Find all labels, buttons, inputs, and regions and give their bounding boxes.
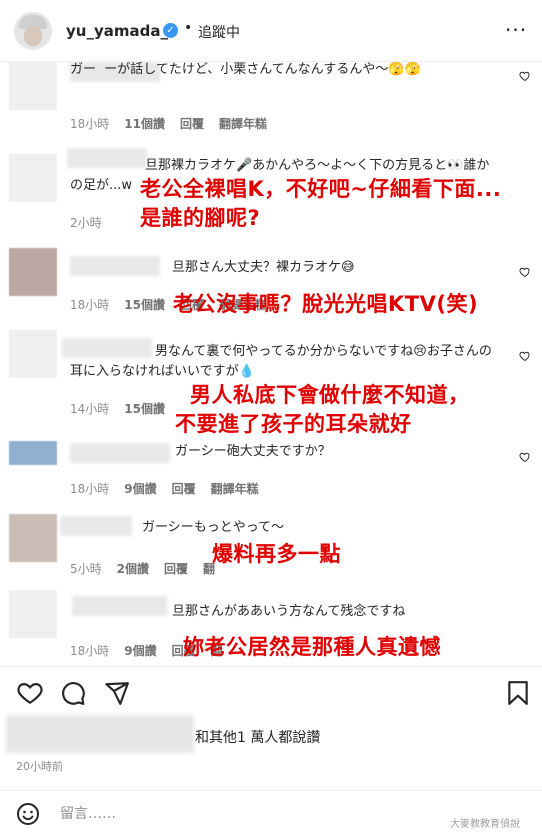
translation-line: 妳老公居然是那種人真遺憾 <box>183 635 441 659</box>
translation-line: 老公全裸唱K，不好吧~仔細看下面... <box>140 177 502 201</box>
comment-input[interactable] <box>60 802 430 826</box>
commenter-avatar[interactable] <box>9 62 57 110</box>
comment-text: ガー ーが話してたけど、小栗さんてんなんするんや～🫣🫣 <box>70 62 421 77</box>
comment-meta: 18小時 11個讚 回覆 翻譯年糕 <box>70 115 267 132</box>
translation-line: 是誰的腳呢? <box>140 206 261 230</box>
like-comment-heart-icon[interactable] <box>519 350 531 362</box>
comment-time: 5小時 <box>70 562 102 576</box>
likes-summary[interactable]: 和其他1 萬人都說讚 <box>0 715 542 757</box>
watermark: 大麥教教育偵說 <box>450 819 520 830</box>
comment-item: 旦那さんがああいう方なんて残念ですね 18小時 9個讚 回覆 翻 妳老公居然是那… <box>0 590 542 662</box>
commenter-name-blurred[interactable] <box>70 443 170 463</box>
verified-badge-icon: ✓ <box>163 23 178 38</box>
translation-overlay: 爆料再多一點 <box>212 541 341 567</box>
comment-item: 旦那裸カラオケ🎤あかんやろ～よ～く下の方見ると👀誰かの足が...w 2小時 老公… <box>0 146 542 246</box>
reply-button[interactable]: 回覆 <box>180 115 204 132</box>
comment-meta: 14小時 15個讚 <box>70 400 165 417</box>
profile-avatar[interactable] <box>14 12 52 50</box>
comment-likes-count[interactable]: 9個讚 <box>124 480 156 497</box>
send-icon[interactable] <box>104 680 130 706</box>
comment-item: ガー ーが話してたけど、小栗さんてんなんするんや～🫣🫣 18小時 11個讚 回覆… <box>0 62 542 134</box>
comment-meta: 18小時 9個讚 回覆 翻譯年糕 <box>70 480 259 497</box>
comment-time: 14小時 <box>70 402 110 416</box>
comment-text: ガーシーもっとやって～ <box>142 520 285 535</box>
avatar-face-shape <box>24 26 42 46</box>
comment-item: ガーシーもっとやって～ 5小時 2個讚 回覆 翻 爆料再多一點 <box>0 510 542 580</box>
comment-time: 18小時 <box>70 644 110 658</box>
like-comment-heart-icon[interactable] <box>519 451 531 463</box>
commenter-name-blurred[interactable] <box>60 516 132 536</box>
comment-time: 18小時 <box>70 117 110 131</box>
comment-item: 男なんて裏で何やってるか分からないですね😢お子さんの耳に入らなければいいですが💧… <box>0 324 542 436</box>
translation-line: 不要進了孩子的耳朵就好 <box>175 412 412 436</box>
comment-time: 2小時 <box>70 216 102 230</box>
reply-button[interactable]: 回覆 <box>164 560 188 577</box>
smile-icon[interactable] <box>16 802 40 826</box>
separator-dot: • <box>184 20 193 36</box>
comment-meta: 2小時 <box>70 214 102 231</box>
comment-time: 18小時 <box>70 298 110 312</box>
commenter-avatar[interactable] <box>9 330 57 378</box>
comment-icon[interactable] <box>60 680 86 706</box>
translation-overlay: 老公沒事嗎？脫光光唱KTV(笑) <box>173 291 478 317</box>
follow-status-button[interactable]: 追蹤中 <box>198 22 240 42</box>
translation-line: 爆料再多一點 <box>212 542 341 566</box>
translate-button[interactable]: 翻譯年糕 <box>219 115 267 132</box>
like-comment-heart-icon[interactable] <box>519 266 531 278</box>
username-link[interactable]: yu_yamada_ <box>66 22 168 40</box>
heart-icon[interactable] <box>17 680 43 706</box>
comment-item: ガーシー砲大丈夫ですか？ 18小時 9個讚 回覆 翻譯年糕 <box>0 437 542 503</box>
comment-text: ガーシー砲大丈夫ですか？ <box>175 444 331 459</box>
translation-overlay: 妳老公居然是那種人真遺憾 <box>183 634 441 660</box>
translation-overlay: 男人私底下會做什麼不知道， 不要進了孩子的耳朵就好 <box>175 382 470 437</box>
more-options-icon[interactable]: ··· <box>505 18 527 42</box>
comment-likes-count[interactable]: 9個讚 <box>124 642 156 659</box>
comment-text: 旦那さん大丈夫？裸カラオケ😅 <box>172 260 355 275</box>
likes-summary-text[interactable]: 和其他1 萬人都說讚 <box>195 727 320 747</box>
liker-avatars-blurred <box>6 715 194 753</box>
translation-line: 老公沒事嗎？脫光光唱KTV(笑) <box>173 292 479 316</box>
comment-likes-count[interactable]: 2個讚 <box>117 560 149 577</box>
comment-item: 旦那さん大丈夫？裸カラオケ😅 18小時 15個讚 回覆 翻譯年糕 老公沒事嗎？脫… <box>0 246 542 316</box>
comment-meta: 5小時 2個讚 回覆 翻 <box>70 560 215 577</box>
comments-list[interactable]: ガー ーが話してたけど、小栗さんてんなんするんや～🫣🫣 18小時 11個讚 回覆… <box>0 62 542 662</box>
commenter-name-blurred[interactable] <box>72 596 167 616</box>
comment-text: 旦那さんがああいう方なんて残念ですね <box>172 604 406 619</box>
post-header: yu_yamada_ ✓ • 追蹤中 ··· <box>0 0 542 62</box>
comment-likes-count[interactable]: 15個讚 <box>124 296 165 313</box>
commenter-avatar[interactable] <box>9 590 57 638</box>
translate-button[interactable]: 翻譯年糕 <box>211 480 259 497</box>
commenter-avatar[interactable] <box>9 154 57 202</box>
comment-time: 18小時 <box>70 482 110 496</box>
translation-overlay: 老公全裸唱K，不好吧~仔細看下面... 是誰的腳呢? <box>140 176 501 231</box>
translation-line: 男人私底下會做什麼不知道， <box>190 383 470 407</box>
commenter-avatar[interactable] <box>9 514 57 562</box>
reply-button[interactable]: 回覆 <box>172 480 196 497</box>
bookmark-icon[interactable] <box>505 680 531 706</box>
post-timestamp[interactable]: 20小時前 <box>16 758 63 774</box>
post-action-bar <box>0 666 542 716</box>
like-comment-heart-icon[interactable] <box>519 70 531 82</box>
comment-likes-count[interactable]: 15個讚 <box>124 400 165 417</box>
comment-text: 男なんて裏で何やってるか分からないですね😢お子さんの耳に入らなければいいですが💧 <box>70 344 492 379</box>
commenter-avatar[interactable] <box>9 441 57 465</box>
comment-likes-count[interactable]: 11個讚 <box>124 115 165 132</box>
commenter-avatar[interactable] <box>9 248 57 296</box>
